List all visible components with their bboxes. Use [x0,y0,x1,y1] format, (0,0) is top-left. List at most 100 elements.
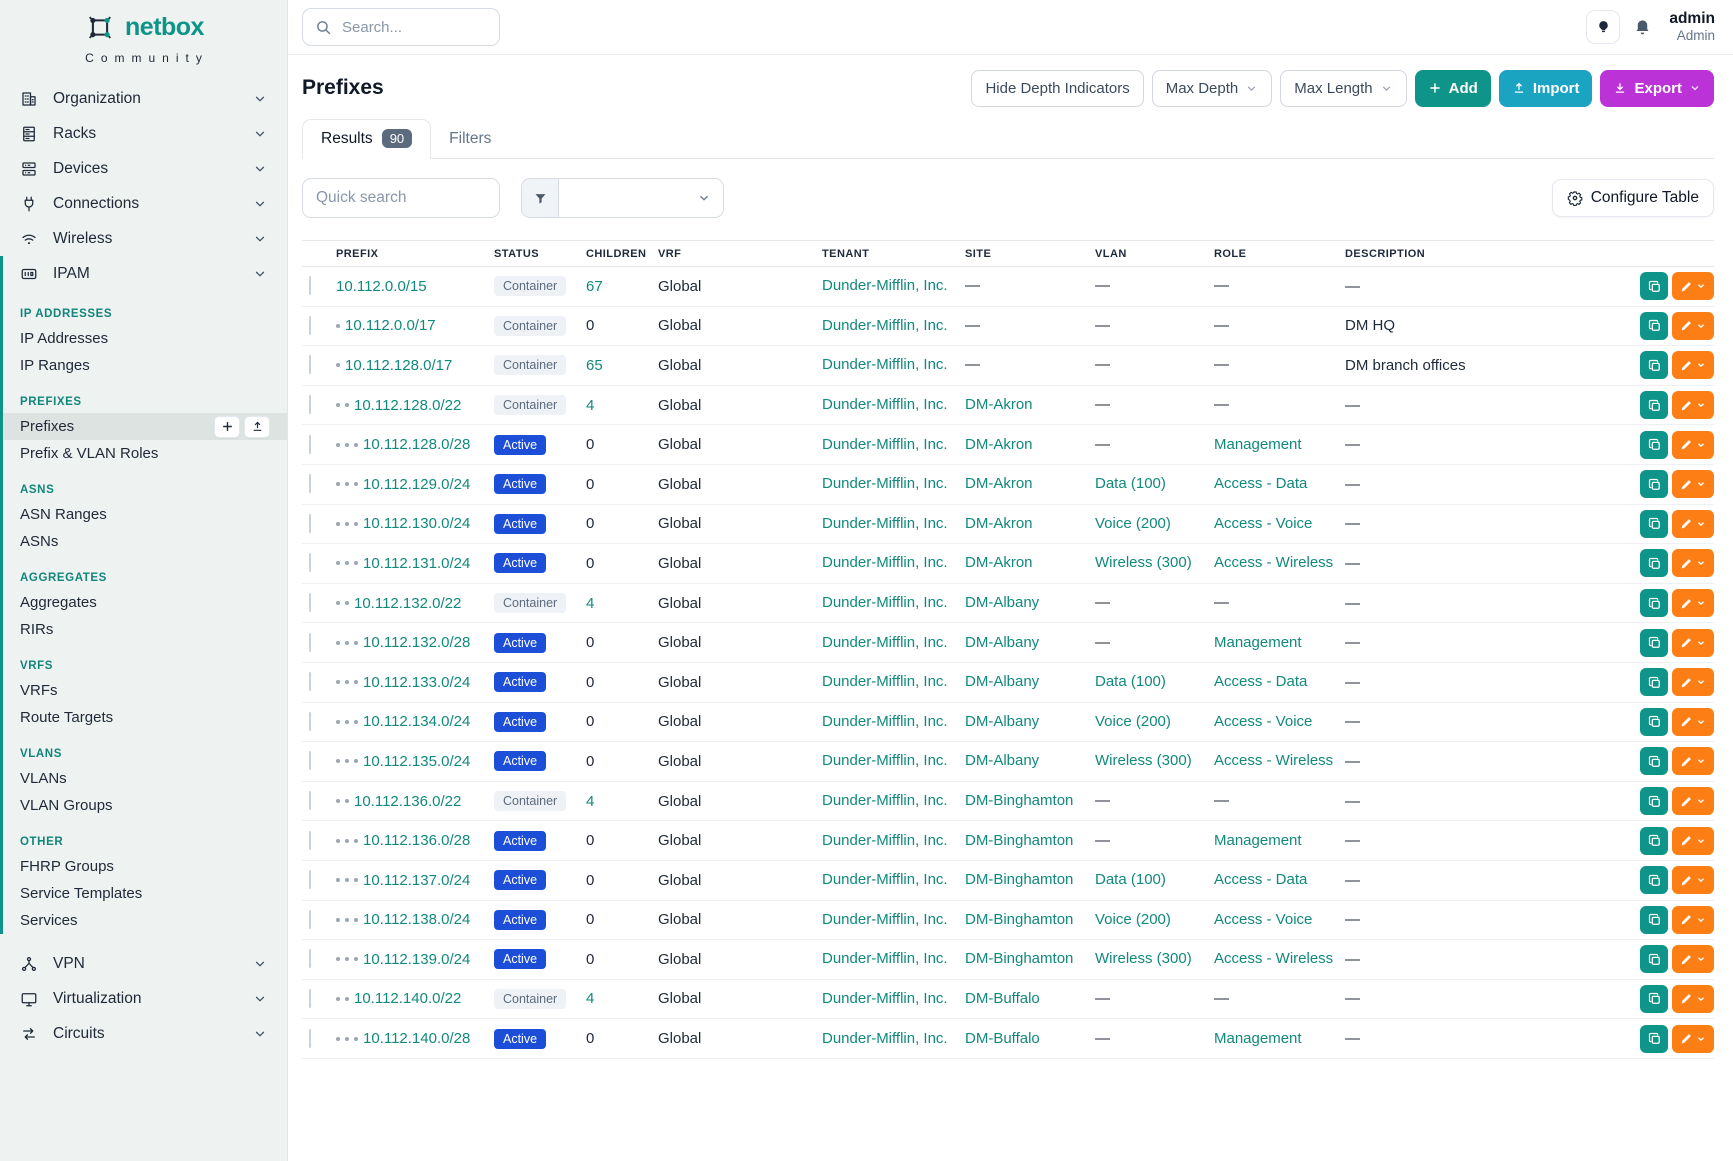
theme-toggle-button[interactable] [1586,10,1620,44]
children-count-link[interactable]: 4 [586,595,658,612]
clone-button[interactable] [1640,827,1668,855]
tenant-link[interactable]: Dunder-Mifflin, Inc. [822,436,948,453]
site-link[interactable]: DM-Binghamton [965,911,1073,928]
sidebar-item-fhrp-groups[interactable]: FHRP Groups [3,853,287,880]
vlan-link[interactable]: Wireless (300) [1095,950,1192,967]
sidebar-item-asn-ranges[interactable]: ASN Ranges [3,501,287,528]
sidebar-item-asns[interactable]: ASNs [3,528,287,555]
prefix-link[interactable]: 10.112.129.0/24 [363,476,470,493]
tenant-link[interactable]: Dunder-Mifflin, Inc. [822,871,948,888]
prefix-link[interactable]: 10.112.132.0/22 [354,595,461,612]
site-link[interactable]: DM-Akron [965,515,1033,532]
role-link[interactable]: Access - Voice [1214,713,1312,730]
clone-button[interactable] [1640,510,1668,538]
quick-search-input[interactable] [302,178,500,218]
prefix-link[interactable]: 10.112.140.0/22 [354,990,461,1007]
prefix-link[interactable]: 10.112.128.0/28 [363,436,470,453]
row-checkbox[interactable] [309,316,311,335]
edit-button[interactable] [1672,272,1714,300]
tenant-link[interactable]: Dunder-Mifflin, Inc. [822,356,948,373]
clone-button[interactable] [1640,391,1668,419]
role-link[interactable]: Access - Wireless [1214,752,1333,769]
tenant-link[interactable]: Dunder-Mifflin, Inc. [822,792,948,809]
row-checkbox[interactable] [309,870,311,889]
sidebar-item-rirs[interactable]: RIRs [3,616,287,643]
tenant-link[interactable]: Dunder-Mifflin, Inc. [822,554,948,571]
tenant-link[interactable]: Dunder-Mifflin, Inc. [822,277,948,294]
sidebar-item-service-templates[interactable]: Service Templates [3,880,287,907]
children-count-link[interactable]: 4 [586,990,658,1007]
edit-button[interactable] [1672,708,1714,736]
clone-button[interactable] [1640,985,1668,1013]
prefix-link[interactable]: 10.112.137.0/24 [363,872,470,889]
sidebar-item-organization[interactable]: Organization [0,81,287,116]
vlan-link[interactable]: Voice (200) [1095,911,1171,928]
tenant-link[interactable]: Dunder-Mifflin, Inc. [822,713,948,730]
tenant-link[interactable]: Dunder-Mifflin, Inc. [822,752,948,769]
row-checkbox[interactable] [309,831,311,850]
global-search[interactable] [302,8,500,46]
children-count-link[interactable]: 65 [586,357,658,374]
site-link[interactable]: DM-Akron [965,436,1033,453]
children-count-link[interactable]: 4 [586,793,658,810]
row-checkbox[interactable] [309,1029,311,1048]
sidebar-item-virtualization[interactable]: Virtualization [0,981,287,1016]
vlan-link[interactable]: Data (100) [1095,871,1166,888]
tenant-link[interactable]: Dunder-Mifflin, Inc. [822,634,948,651]
sidebar-item-prefixes[interactable]: Prefixes [3,413,287,440]
role-link[interactable]: Management [1214,634,1302,651]
edit-button[interactable] [1672,391,1714,419]
sidebar-item-ip-ranges[interactable]: IP Ranges [3,352,287,379]
prefix-link[interactable]: 10.112.139.0/24 [363,951,470,968]
sidebar-item-vrfs[interactable]: VRFs [3,677,287,704]
clone-button[interactable] [1640,312,1668,340]
tenant-link[interactable]: Dunder-Mifflin, Inc. [822,832,948,849]
clone-button[interactable] [1640,708,1668,736]
prefix-link[interactable]: 10.112.136.0/22 [354,793,461,810]
tenant-link[interactable]: Dunder-Mifflin, Inc. [822,396,948,413]
vlan-link[interactable]: Voice (200) [1095,515,1171,532]
vlan-link[interactable]: Wireless (300) [1095,554,1192,571]
children-count-link[interactable]: 4 [586,397,658,414]
import-button[interactable]: Import [1499,70,1593,107]
role-link[interactable]: Access - Data [1214,673,1307,690]
row-checkbox[interactable] [309,355,311,374]
row-checkbox[interactable] [309,672,311,691]
site-link[interactable]: DM-Albany [965,752,1039,769]
role-link[interactable]: Management [1214,1030,1302,1047]
tenant-link[interactable]: Dunder-Mifflin, Inc. [822,911,948,928]
prefix-link[interactable]: 10.112.130.0/24 [363,515,470,532]
prefix-link[interactable]: 10.112.138.0/24 [363,911,470,928]
hide-depth-indicators-button[interactable]: Hide Depth Indicators [971,70,1143,107]
row-checkbox[interactable] [309,910,311,929]
edit-button[interactable] [1672,827,1714,855]
clone-button[interactable] [1640,272,1668,300]
sidebar-item-ip-addresses[interactable]: IP Addresses [3,325,287,352]
sidebar-import-button[interactable] [244,416,270,438]
sidebar-item-prefix-vlan-roles[interactable]: Prefix & VLAN Roles [3,440,287,467]
edit-button[interactable] [1672,866,1714,894]
sidebar-item-vlan-groups[interactable]: VLAN Groups [3,792,287,819]
prefix-link[interactable]: 10.112.134.0/24 [363,713,470,730]
row-checkbox[interactable] [309,395,311,414]
tenant-link[interactable]: Dunder-Mifflin, Inc. [822,1030,948,1047]
site-link[interactable]: DM-Albany [965,673,1039,690]
configure-table-button[interactable]: Configure Table [1552,179,1714,217]
global-search-input[interactable] [342,19,472,36]
user-menu[interactable]: admin Admin [1669,10,1715,43]
clone-button[interactable] [1640,866,1668,894]
clone-button[interactable] [1640,1025,1668,1053]
site-link[interactable]: DM-Binghamton [965,832,1073,849]
clone-button[interactable] [1640,431,1668,459]
site-link[interactable]: DM-Binghamton [965,871,1073,888]
role-link[interactable]: Access - Wireless [1214,950,1333,967]
row-checkbox[interactable] [309,435,311,454]
site-link[interactable]: DM-Albany [965,594,1039,611]
prefix-link[interactable]: 10.112.0.0/15 [336,278,427,295]
clone-button[interactable] [1640,945,1668,973]
sidebar-item-aggregates[interactable]: Aggregates [3,589,287,616]
role-link[interactable]: Access - Data [1214,475,1307,492]
site-link[interactable]: DM-Albany [965,634,1039,651]
row-checkbox[interactable] [309,276,311,295]
edit-button[interactable] [1672,351,1714,379]
